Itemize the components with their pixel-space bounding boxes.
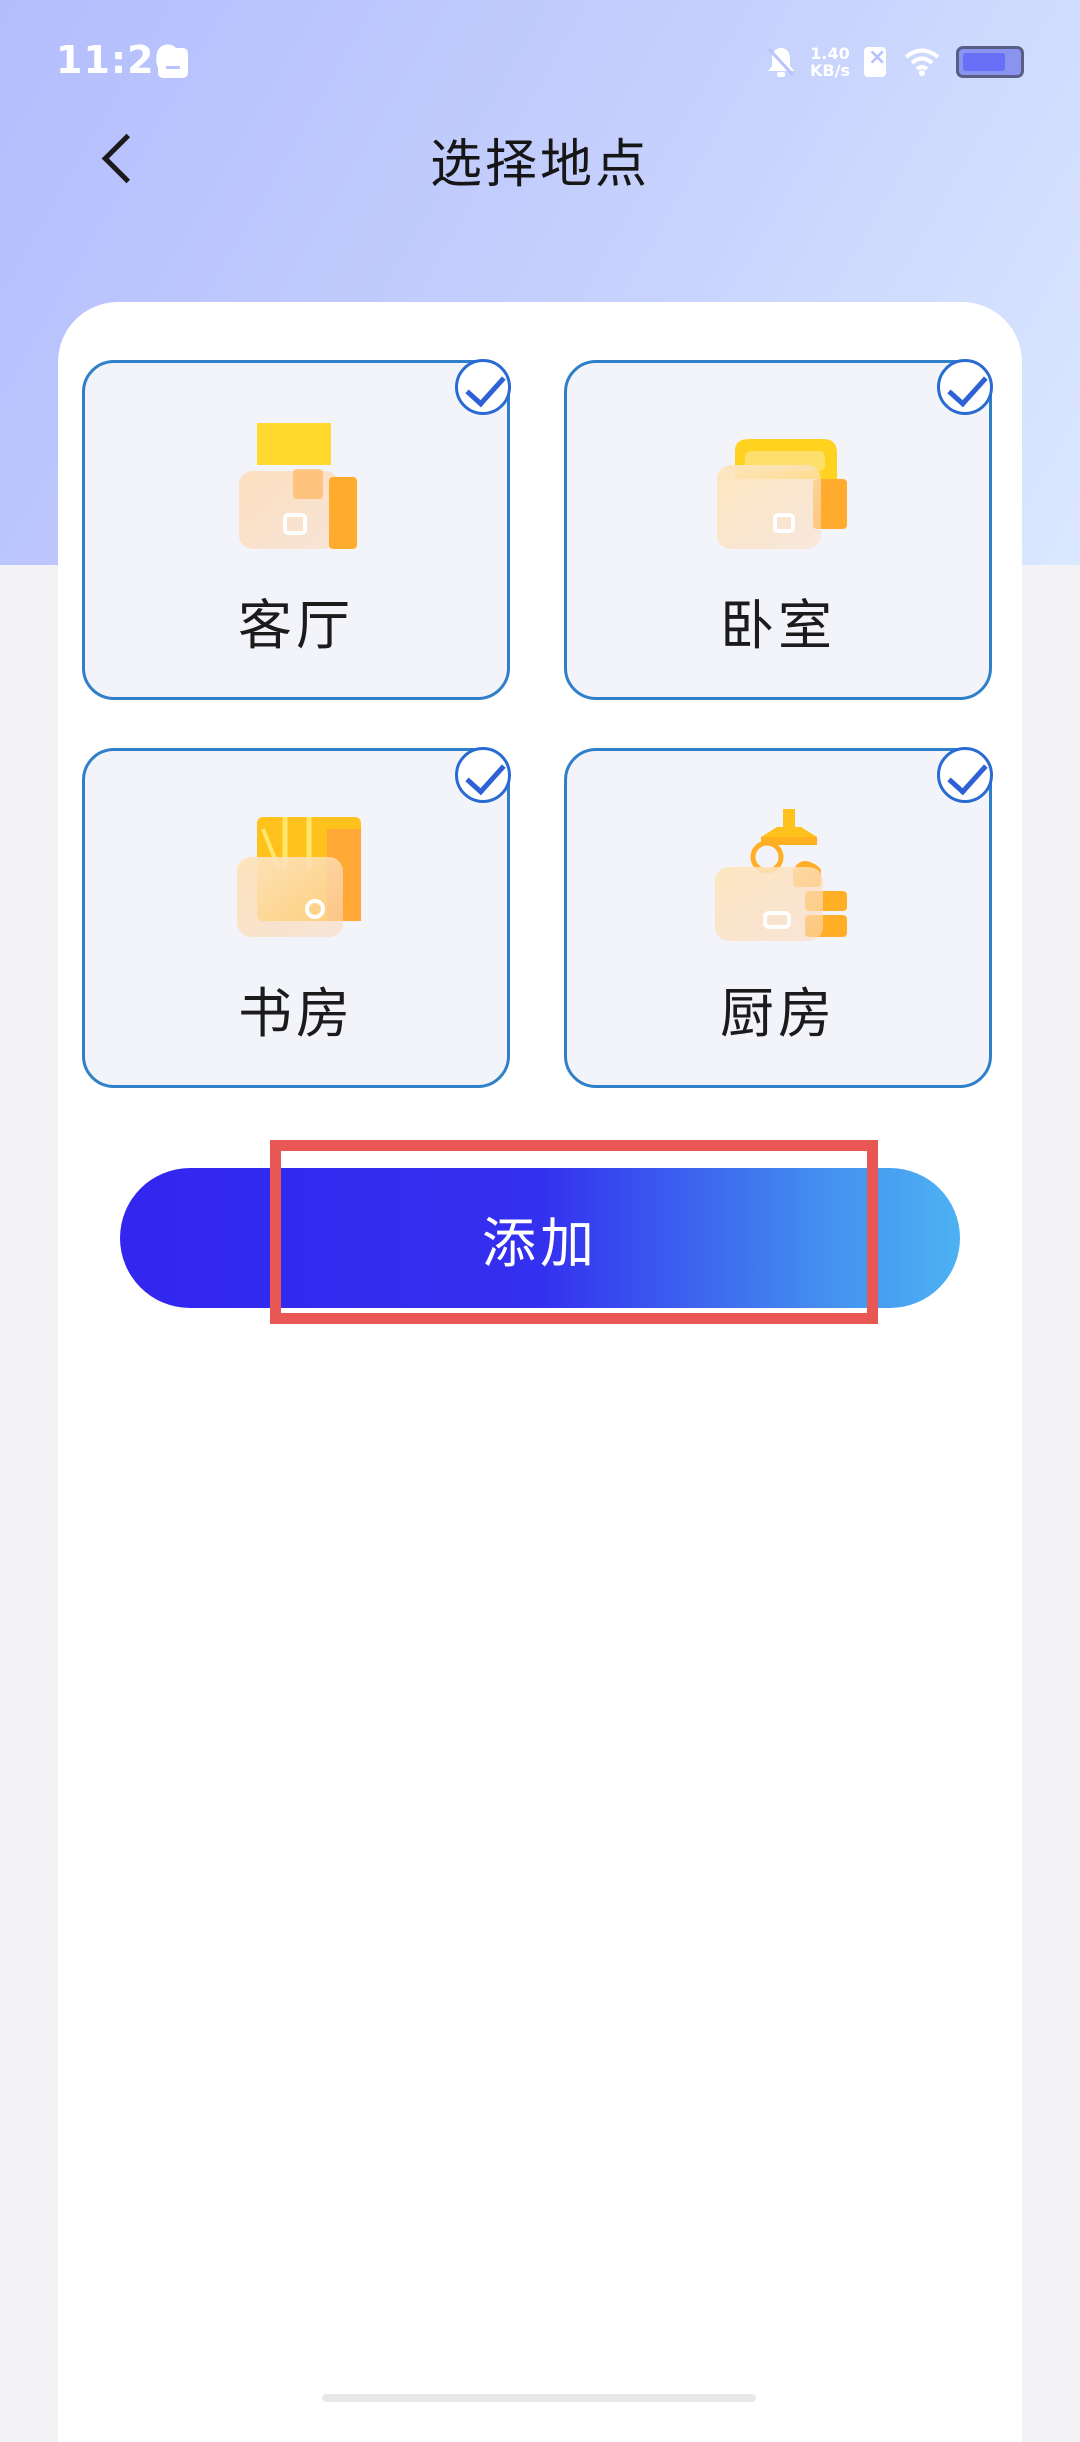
network-speed-unit: KB/s [810,61,850,80]
status-bar: 11:20 1.40 KB/s [0,0,1080,125]
battery-level [963,53,1005,71]
mute-bell-icon [767,47,795,77]
checkmark-icon[interactable] [455,747,511,803]
battery-icon [956,46,1024,78]
location-card: 客厅 卧室 书房 厨房 [58,302,1022,2442]
network-speed: 1.40 KB/s [810,45,850,79]
checkmark-icon[interactable] [455,359,511,415]
network-speed-value: 1.40 [810,44,850,63]
checkmark-icon[interactable] [937,747,993,803]
location-label: 卧室 [720,594,836,657]
status-indicators: 1.40 KB/s [748,40,1024,84]
kitchen-icon [715,809,847,941]
sim-off-icon [864,45,886,77]
location-tile-kitchen[interactable]: 厨房 [564,747,993,1088]
sofa-icon [239,423,357,549]
notification-app-icon [158,48,188,78]
location-label: 客厅 [238,594,354,657]
home-indicator[interactable] [322,2394,756,2402]
location-tile-living-room[interactable]: 客厅 [82,359,511,700]
location-label: 书房 [238,982,354,1045]
bookshelf-icon [237,817,361,937]
location-tile-bedroom[interactable]: 卧室 [564,359,993,700]
add-button-label: 添加 [482,1211,598,1275]
bed-icon [717,439,847,549]
page-title: 选择地点 [429,135,650,195]
location-tile-study[interactable]: 书房 [82,747,511,1088]
checkmark-icon[interactable] [937,359,993,415]
add-button[interactable]: 添加 [120,1168,960,1308]
wifi-icon [904,48,940,76]
location-label: 厨房 [720,982,836,1045]
